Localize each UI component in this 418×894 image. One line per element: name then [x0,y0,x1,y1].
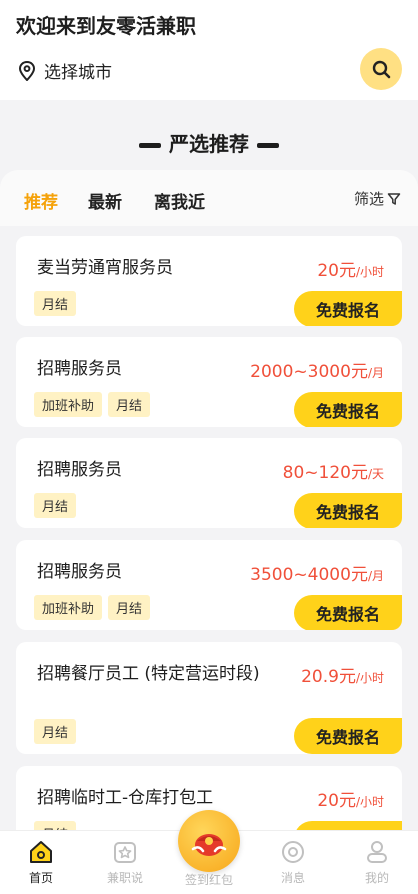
filter-button[interactable]: 筛选 [354,188,401,209]
job-tags: 月结 [34,291,77,316]
job-tag: 月结 [108,595,151,620]
salary-unit: /小时 [355,795,384,809]
salary-amount: 20元 [317,791,356,811]
message-icon [282,841,304,863]
welcome-title: 欢迎来到友零活兼职 [16,14,196,38]
section-title-text: 严选推荐 [169,132,249,156]
job-title: 招聘餐厅员工 (特定营运时段) [37,664,260,684]
nav-checkin-redpacket[interactable]: 签到红包 [174,871,244,888]
apply-button[interactable]: 免费报名 [294,493,402,528]
apply-button[interactable]: 免费报名 [294,392,402,427]
salary-unit: /月 [367,366,384,380]
tabs-bar: 推荐 最新 离我近 筛选 [0,170,418,226]
nav-profile[interactable]: 我的 [342,839,412,886]
job-tags: 月结 [34,719,77,744]
job-card[interactable]: 麦当劳通宵服务员 20元/小时 月结 免费报名 [16,236,402,326]
job-title: 招聘服务员 [37,460,122,480]
salary-amount: 2000~3000元 [250,362,368,382]
location-pin-icon [18,60,36,81]
salary-amount: 80~120元 [282,463,368,483]
job-tags: 加班补助 月结 [34,392,151,417]
filter-icon [387,192,401,205]
job-salary: 80~120元/天 [283,458,384,483]
nav-label: 签到红包 [184,873,233,887]
salary-unit: /月 [367,569,384,583]
job-salary: 20.9元/小时 [301,662,384,687]
red-packet-button[interactable] [178,810,240,872]
filter-label: 筛选 [354,190,385,208]
salary-unit: /天 [367,467,384,481]
title-dash-left [139,143,161,148]
home-icon [30,841,52,863]
job-card[interactable]: 招聘服务员 2000~3000元/月 加班补助 月结 免费报名 [16,337,402,427]
job-title: 招聘临时工-仓库打包工 [37,788,214,808]
job-tag: 加班补助 [34,595,103,620]
star-box-icon [114,842,136,863]
tab-nearby[interactable]: 离我近 [154,188,205,213]
job-title: 招聘服务员 [37,562,122,582]
apply-button[interactable]: 免费报名 [294,718,402,754]
red-packet-icon [191,834,227,856]
salary-unit: /小时 [355,671,384,685]
salary-amount: 20元 [317,261,356,281]
title-dash-right [257,143,279,148]
salary-amount: 3500~4000元 [250,565,368,585]
job-tag: 月结 [34,291,77,316]
search-button[interactable] [360,48,402,90]
apply-button[interactable]: 免费报名 [294,291,402,326]
job-card[interactable]: 招聘餐厅员工 (特定营运时段) 20.9元/小时 月结 免费报名 [16,642,402,754]
tab-latest[interactable]: 最新 [88,188,122,213]
job-title: 麦当劳通宵服务员 [37,258,173,278]
nav-part-time-talk[interactable]: 兼职说 [90,839,160,886]
apply-button[interactable]: 免费报名 [294,595,402,630]
nav-home[interactable]: 首页 [6,839,76,886]
nav-label: 兼职说 [106,871,143,885]
salary-unit: /小时 [355,265,384,279]
job-tag: 月结 [34,719,77,744]
job-tags: 加班补助 月结 [34,595,151,620]
search-icon [372,60,391,79]
nav-label: 我的 [364,871,389,885]
job-salary: 3500~4000元/月 [250,560,384,585]
section-title: 严选推荐 [0,128,418,157]
job-tag: 月结 [34,493,77,518]
tab-recommend[interactable]: 推荐 [24,188,58,213]
job-salary: 20元/小时 [317,256,384,281]
nav-label: 消息 [280,871,305,885]
nav-label: 首页 [28,871,53,885]
job-card[interactable]: 招聘服务员 3500~4000元/月 加班补助 月结 免费报名 [16,540,402,630]
profile-icon [367,841,387,863]
job-card[interactable]: 招聘服务员 80~120元/天 月结 免费报名 [16,438,402,528]
salary-amount: 20.9元 [301,667,356,687]
job-salary: 20元/小时 [317,786,384,811]
job-tag: 月结 [108,392,151,417]
city-selector[interactable]: 选择城市 [18,58,112,83]
header: 欢迎来到友零活兼职 选择城市 [0,0,418,100]
job-tags: 月结 [34,493,77,518]
nav-messages[interactable]: 消息 [258,839,328,886]
job-title: 招聘服务员 [37,359,122,379]
job-tag: 加班补助 [34,392,103,417]
job-salary: 2000~3000元/月 [250,357,384,382]
city-label: 选择城市 [44,63,112,83]
